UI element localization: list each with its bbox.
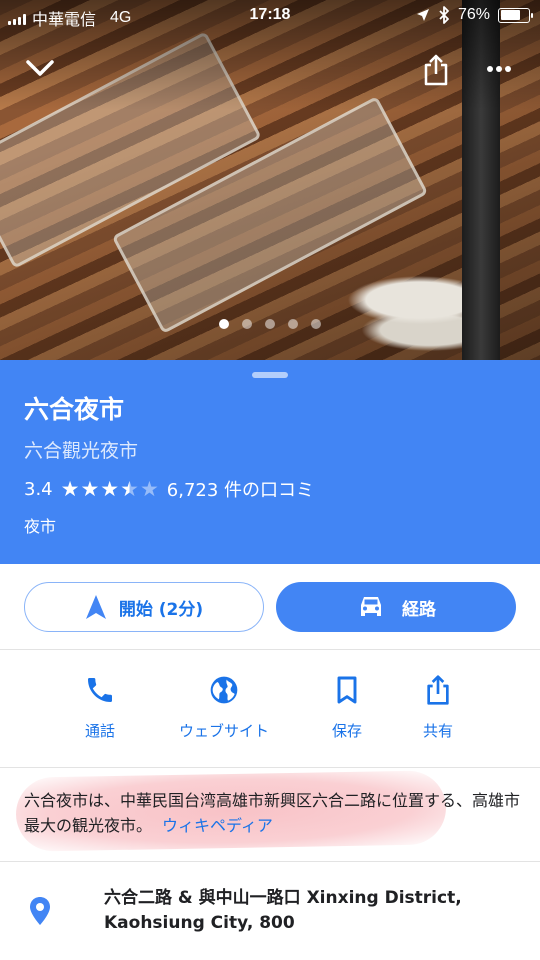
call-label: 通話	[84, 722, 115, 740]
directions-button[interactable]: 経路	[276, 582, 516, 632]
more-icon	[487, 66, 511, 72]
start-navigation-button[interactable]: 開始 (2分)	[24, 582, 264, 632]
place-alt-name: 六合觀光夜市	[24, 440, 139, 462]
navigation-arrow-icon	[85, 595, 106, 619]
address-row[interactable]: 六合二路 & 與中山一路口 Xinxing District, Kaohsiun…	[0, 862, 540, 960]
battery-percent: 76%	[457, 6, 490, 23]
place-category: 夜市	[24, 517, 57, 536]
star-empty-icon: ★	[139, 476, 159, 501]
car-icon	[361, 597, 381, 616]
status-bar: 中華電信 4G 17:18 76%	[0, 0, 540, 34]
photo-pagination[interactable]	[0, 319, 540, 329]
share-label: 共有	[422, 722, 453, 740]
pagination-dot[interactable]	[242, 319, 252, 329]
back-button[interactable]	[18, 50, 62, 86]
pagination-dot[interactable]	[311, 319, 321, 329]
phone-icon	[88, 678, 112, 702]
location-pin-icon	[30, 897, 50, 925]
review-count: 6,723 件の口コミ	[166, 480, 315, 501]
start-label: 開始 (2分)	[118, 599, 204, 620]
star-half-icon: ★	[120, 476, 139, 501]
location-arrow-icon	[416, 9, 429, 21]
share-button[interactable]	[416, 50, 456, 90]
bluetooth-icon	[439, 6, 449, 24]
chevron-down-icon	[26, 60, 54, 76]
wikipedia-link[interactable]: ウィキペディア	[162, 816, 273, 835]
route-label: 経路	[402, 599, 436, 620]
rating-row[interactable]: 3.4 ★ ★ ★ ★ ★ 6,723 件の口コミ	[24, 476, 314, 502]
pagination-dot[interactable]	[288, 319, 298, 329]
star-full-icon: ★	[100, 476, 120, 501]
rating-stars: ★ ★ ★ ★ ★	[60, 476, 159, 501]
description-text: 六合夜市は、中華民国台湾高雄市新興区六合二路に位置する、高雄市最大の観光夜市。ウ…	[24, 788, 524, 838]
battery-icon	[498, 7, 533, 23]
website-label: ウェブサイト	[178, 722, 269, 740]
address-text: 六合二路 & 與中山一路口 Xinxing District, Kaohsiun…	[104, 888, 462, 933]
star-full-icon: ★	[80, 476, 100, 501]
share-icon	[424, 54, 448, 86]
description-section: 六合夜市は、中華民国台湾高雄市新興区六合二路に位置する、高雄市最大の観光夜市。ウ…	[0, 768, 540, 862]
share-place-button[interactable]: 共有	[378, 674, 498, 741]
more-button[interactable]	[478, 52, 520, 86]
pagination-dot[interactable]	[265, 319, 275, 329]
website-button[interactable]: ウェブサイト	[164, 674, 284, 741]
bookmark-icon	[337, 676, 357, 704]
quick-actions: 通話 ウェブサイト 保存 共有	[0, 650, 540, 768]
save-label: 保存	[331, 722, 362, 740]
drag-handle[interactable]	[252, 372, 288, 378]
rating-value: 3.4	[24, 478, 53, 500]
place-title: 六合夜市	[24, 395, 125, 424]
globe-icon	[210, 676, 238, 704]
pagination-dot[interactable]	[219, 319, 229, 329]
share-icon	[427, 675, 449, 705]
star-full-icon: ★	[60, 476, 80, 501]
call-button[interactable]: 通話	[40, 674, 160, 741]
place-photo[interactable]	[0, 0, 540, 360]
primary-actions: 開始 (2分) 経路	[0, 564, 540, 650]
place-info-panel[interactable]: 六合夜市 六合觀光夜市 3.4 ★ ★ ★ ★ ★ 6,723 件の口コミ 夜市	[0, 360, 540, 564]
